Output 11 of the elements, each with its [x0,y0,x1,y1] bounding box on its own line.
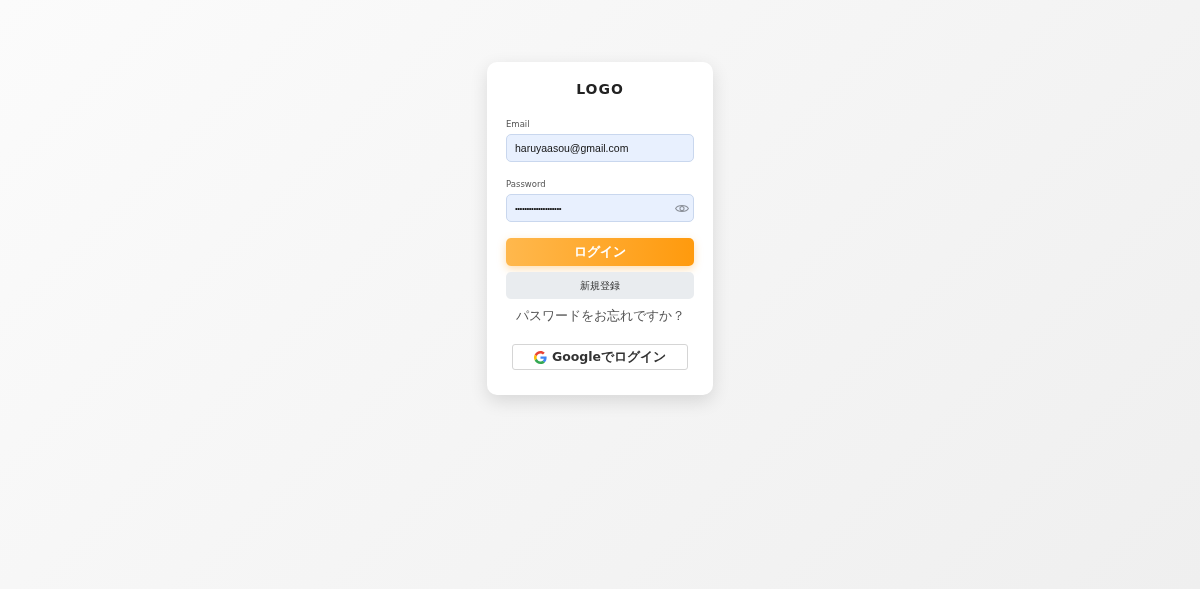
logo: LOGO [576,81,624,97]
google-login-label: Googleでログイン [551,348,667,366]
register-button[interactable]: 新規登録 [506,272,694,299]
email-field[interactable]: haruyaasou@gmail.com [506,134,694,162]
field-label: Email [506,119,530,129]
eye-icon[interactable] [675,203,689,214]
google-icon [533,350,547,364]
password-field[interactable]: •••••••••••••••••••• [506,194,694,222]
google-login-button[interactable]: Googleでログイン [512,344,688,370]
forgot-password-link[interactable]: パスワードをお忘れですか？ [515,308,685,325]
field-label: Password [506,179,546,189]
